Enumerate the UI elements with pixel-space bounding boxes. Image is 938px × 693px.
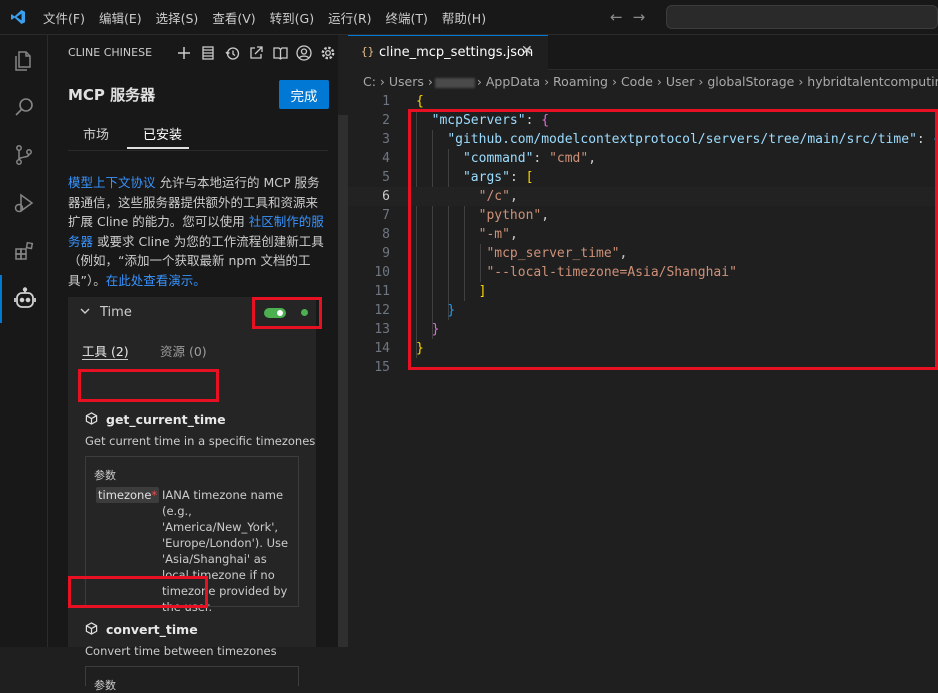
server-name: Time xyxy=(100,305,132,320)
param-name: timezone xyxy=(98,488,152,502)
line-number: 12 xyxy=(374,303,390,318)
tab-filename: cline_mcp_settings.json xyxy=(379,45,534,60)
param-name-chip: timezone* xyxy=(96,487,160,503)
menu-go[interactable]: 转到(G) xyxy=(263,8,321,27)
book-icon[interactable] xyxy=(268,43,292,63)
menu-view[interactable]: 查看(V) xyxy=(205,8,262,27)
menu-edit[interactable]: 编辑(E) xyxy=(92,8,149,27)
tab-marketplace[interactable]: 市场 xyxy=(83,124,109,143)
source-control-icon[interactable] xyxy=(0,131,48,179)
command-center-search[interactable] xyxy=(666,5,938,29)
line-number: 1 xyxy=(382,94,390,109)
line-number: 7 xyxy=(382,208,390,223)
tool-description: Convert time between timezones xyxy=(85,644,277,658)
close-icon[interactable]: ✕ xyxy=(521,43,533,59)
activity-bar xyxy=(0,35,48,647)
annotation-box-tool-2 xyxy=(68,576,208,608)
cline-robot-icon[interactable] xyxy=(0,275,48,323)
sidebar-toolbar xyxy=(172,43,340,63)
popout-icon[interactable] xyxy=(244,43,268,63)
nav-arrows: ←→ xyxy=(610,8,655,26)
param-box: 参数 xyxy=(85,666,299,692)
active-tab-indicator xyxy=(127,147,189,149)
annotation-box-toggle xyxy=(252,297,322,329)
search-icon[interactable] xyxy=(0,83,48,131)
editor-tab[interactable]: {} cline_mcp_settings.json ✕ xyxy=(348,35,548,70)
line-number: 6 xyxy=(382,189,390,204)
line-number: 11 xyxy=(374,284,390,299)
menu-help[interactable]: 帮助(H) xyxy=(435,8,493,27)
demo-link[interactable]: 在此处查看演示。 xyxy=(106,273,206,288)
tab-resources[interactable]: 资源 (0) xyxy=(160,341,207,360)
menu-file[interactable]: 文件(F) xyxy=(36,8,92,27)
params-label: 参数 xyxy=(94,679,116,692)
json-file-icon: {} xyxy=(361,45,375,58)
line-number: 8 xyxy=(382,227,390,242)
page-title: MCP 服务器 xyxy=(68,86,156,104)
code-token: { xyxy=(416,94,424,109)
extensions-icon[interactable] xyxy=(0,227,48,275)
forward-arrow-icon[interactable]: → xyxy=(633,8,656,26)
required-marker: * xyxy=(151,488,158,502)
menu-bar: 文件(F) 编辑(E) 选择(S) 查看(V) 转到(G) 运行(R) 终端(T… xyxy=(36,0,493,34)
redacted-username xyxy=(434,77,475,88)
line-number: 15 xyxy=(374,360,390,375)
explorer-icon[interactable] xyxy=(0,37,48,85)
mcp-protocol-link[interactable]: 模型上下文协议 xyxy=(68,175,156,190)
mcp-panel: MCP 服务器 完成 市场 已安装 模型上下文协议 允许与本地运行的 MCP 服… xyxy=(48,70,336,692)
tab-tools[interactable]: 工具 (2) xyxy=(82,341,129,360)
breadcrumb-part-1[interactable]: C: › Users › xyxy=(363,74,433,89)
account-icon[interactable] xyxy=(292,43,316,63)
params-label: 参数 xyxy=(94,469,116,482)
breadcrumb[interactable]: C: › Users › › AppData › Roaming › Code ›… xyxy=(363,74,938,89)
tab-installed[interactable]: 已安装 xyxy=(143,124,182,143)
tool-cube-icon xyxy=(85,412,98,425)
gear-icon[interactable] xyxy=(316,43,340,63)
annotation-box-code xyxy=(408,109,938,370)
run-debug-icon[interactable] xyxy=(0,179,48,227)
line-number: 2 xyxy=(382,113,390,128)
plus-icon[interactable] xyxy=(172,43,196,63)
database-icon[interactable] xyxy=(196,43,220,63)
line-number: 13 xyxy=(374,322,390,337)
breadcrumb-part-2[interactable]: › AppData › Roaming › Code › User › glob… xyxy=(477,74,938,89)
line-number: 5 xyxy=(382,170,390,185)
line-number: 14 xyxy=(374,341,390,356)
menu-terminal[interactable]: 终端(T) xyxy=(379,8,435,27)
tool-cube-icon xyxy=(85,622,98,635)
sidebar-header: CLINE CHINESE xyxy=(48,35,338,70)
line-number: 3 xyxy=(382,132,390,147)
cline-sidebar: CLINE CHINESE MCP 服务器 完成 市场 已安装 模型上下文协议 … xyxy=(48,35,338,692)
sidebar-scrollbar[interactable] xyxy=(338,115,348,647)
tool-name-convert-time: convert_time xyxy=(106,622,198,637)
annotation-box-tool-1 xyxy=(78,369,219,402)
editor-tab-bar: {} cline_mcp_settings.json ✕ xyxy=(348,35,938,70)
vscode-logo-icon xyxy=(11,10,25,24)
title-bar: 文件(F) 编辑(E) 选择(S) 查看(V) 转到(G) 运行(R) 终端(T… xyxy=(0,0,938,35)
mcp-tabs: 市场 已安装 xyxy=(68,118,328,151)
history-icon[interactable] xyxy=(220,43,244,63)
line-number: 10 xyxy=(374,265,390,280)
line-number: 9 xyxy=(382,246,390,261)
done-button[interactable]: 完成 xyxy=(279,80,329,109)
chevron-down-icon[interactable] xyxy=(80,306,90,319)
subtab-indicator xyxy=(82,359,128,360)
sidebar-title: CLINE CHINESE xyxy=(68,46,153,59)
menu-selection[interactable]: 选择(S) xyxy=(149,8,206,27)
mcp-description: 模型上下文协议 允许与本地运行的 MCP 服务器通信，这些服务器提供额外的工具和… xyxy=(68,173,326,290)
line-number: 4 xyxy=(382,151,390,166)
tool-name-get-current-time: get_current_time xyxy=(106,412,226,427)
tool-description: Get current time in a specific timezones xyxy=(85,434,316,448)
back-arrow-icon[interactable]: ← xyxy=(610,8,633,26)
menu-run[interactable]: 运行(R) xyxy=(321,8,378,27)
